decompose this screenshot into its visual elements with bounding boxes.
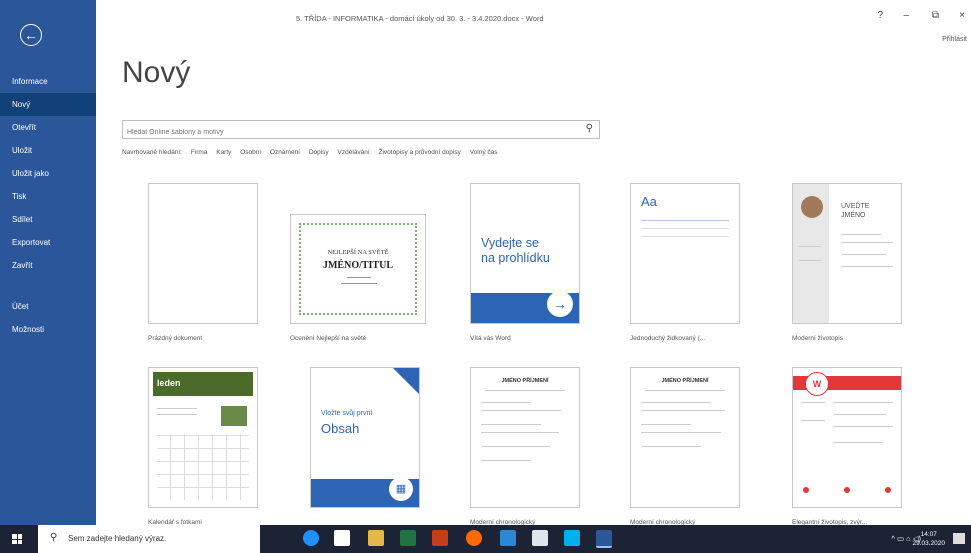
template-photo-calendar[interactable]: leden Kalendář s fotkami (148, 367, 263, 526)
template-thumbnail: Aa (630, 183, 740, 324)
nav-item-share[interactable]: Sdílet (0, 208, 96, 231)
template-aa-label: Aa (641, 194, 657, 209)
calendar-month: leden (153, 372, 253, 396)
nav-item-new[interactable]: Nový (0, 93, 96, 116)
suggested-letters[interactable]: Dopisy (309, 149, 329, 156)
nav-item-print[interactable]: Tisk (0, 185, 96, 208)
taskbar-search-box[interactable]: ⚲ Sem zadejte hledaný výraz. (38, 525, 260, 553)
template-caption: Vítá vás Word (470, 335, 511, 342)
windows-taskbar: ⚲ Sem zadejte hledaný výraz. ^ ▭ ⌂ ◁) 14… (0, 525, 971, 553)
search-icon: ⚲ (50, 532, 58, 543)
resume-heading: JMÉNO PŘÍJMENÍ (501, 378, 549, 384)
template-search-input[interactable] (123, 124, 567, 141)
template-caption: Ocenění Nejlepší na světě (290, 335, 367, 342)
suggested-leisure[interactable]: Volný čas (470, 149, 498, 156)
resume-heading: JMÉNO PŘÍJMENÍ (661, 378, 709, 384)
edge-icon[interactable] (303, 530, 319, 546)
template-elegant-resume[interactable]: W Elegantní životopis, zvýr... (792, 367, 907, 526)
powerpoint-icon[interactable] (432, 530, 448, 546)
suggested-education[interactable]: Vzdělávání (338, 149, 370, 156)
nav-item-save-as[interactable]: Uložit jako (0, 162, 96, 185)
nav-item-export[interactable]: Exportovat (0, 231, 96, 254)
template-welcome-to-word[interactable]: Vydejte se na prohlídku → Vítá vás Word (470, 183, 585, 342)
template-caption: Prázdný dokument (148, 335, 203, 342)
award-subtitle: NEJLEPŠÍ NA SVĚTĚ (327, 249, 389, 256)
suggested-announcements[interactable]: Oznámení (270, 149, 300, 156)
firefox-icon[interactable] (466, 530, 482, 546)
insert-icon: ▦ (389, 477, 413, 501)
monogram: W (805, 372, 829, 396)
close-button[interactable]: × (959, 10, 965, 21)
template-thumbnail: JMÉNO PŘÍJMENÍ (630, 367, 740, 508)
taskbar-search-placeholder: Sem zadejte hledaný výraz. (68, 534, 167, 543)
excel-icon[interactable] (400, 530, 416, 546)
template-thumbnail (148, 183, 258, 324)
photos-icon[interactable] (532, 530, 548, 546)
nav-item-info[interactable]: Informace (0, 70, 96, 93)
file-explorer-icon[interactable] (334, 530, 350, 546)
word-icon[interactable] (596, 530, 612, 548)
resume-name-line-2: JMÉNO (841, 212, 866, 219)
template-blank-document[interactable]: Prázdný dokument (148, 183, 263, 342)
restore-button[interactable]: ⧉ (932, 10, 939, 21)
template-thumbnail: Vložte svůj první Obsah ▦ (310, 367, 420, 508)
nav-item-options[interactable]: Možnosti (0, 318, 96, 341)
template-thumbnail: leden (148, 367, 258, 508)
document-title: 5. TŘÍDA - INFORMATIKA - domácí úkoly od… (296, 14, 544, 23)
template-thumbnail: Vydejte se na prohlídku → (470, 183, 580, 324)
template-modern-chronological-1[interactable]: JMÉNO PŘÍJMENÍ Moderní chronologický (470, 367, 585, 526)
title-bar: 5. TŘÍDA - INFORMATIKA - domácí úkoly od… (96, 0, 971, 44)
windows-start-icon[interactable] (12, 534, 22, 544)
template-modern-resume[interactable]: UVEĎTE JMÉNO Moderní životopis (792, 183, 907, 342)
content-line-2: Obsah (321, 421, 360, 436)
welcome-line-2: na prohlídku (481, 251, 550, 265)
content-line-1: Vložte svůj první (321, 410, 373, 417)
template-thumbnail: W (792, 367, 902, 508)
nav-item-open[interactable]: Otevřít (0, 116, 96, 139)
nav-item-close[interactable]: Zavřít (0, 254, 96, 277)
suggested-label: Navrhované hledání: (122, 149, 182, 156)
template-modern-chronological-2[interactable]: JMÉNO PŘÍJMENÍ Moderní chronologický (630, 367, 745, 526)
award-title: JMÉNO/TITUL (322, 260, 393, 271)
arrow-right-icon: → (547, 291, 573, 317)
template-simple-lined[interactable]: Aa Jednoduchý židkovaný (... (630, 183, 745, 342)
suggested-business[interactable]: Firma (191, 149, 208, 156)
template-thumbnail: JMÉNO PŘÍJMENÍ (470, 367, 580, 508)
notification-icon[interactable] (953, 533, 965, 544)
clock-time: 14:07 (920, 531, 937, 538)
taskbar-clock[interactable]: 14:07 29.03.2020 (912, 530, 945, 548)
suggested-searches: Navrhované hledání: Firma Karty Osobní O… (122, 149, 505, 156)
template-thumbnail: NEJLEPŠÍ NA SVĚTĚ JMÉNO/TITUL (290, 214, 426, 324)
folder-icon[interactable] (368, 530, 384, 546)
suggested-personal[interactable]: Osobní (240, 149, 261, 156)
template-thumbnail: UVEĎTE JMÉNO (792, 183, 902, 324)
photo-placeholder (801, 196, 823, 218)
skype-icon[interactable] (564, 530, 580, 546)
template-insert-first-content[interactable]: Vložte svůj první Obsah ▦ (310, 367, 425, 519)
backstage-sidebar: ← Informace Nový Otevřít Uložit Uložit j… (0, 0, 96, 525)
suggested-cards[interactable]: Karty (216, 149, 231, 156)
back-arrow-icon[interactable]: ← (20, 24, 42, 46)
template-search-box: ⚲ (122, 120, 600, 141)
resume-name-line-1: UVEĎTE (841, 203, 870, 210)
nav-item-account[interactable]: Účet (0, 295, 96, 318)
nav-item-save[interactable]: Uložit (0, 139, 96, 162)
internet-explorer-icon[interactable] (500, 530, 516, 546)
minimize-button[interactable]: – (903, 10, 909, 21)
template-caption: Jednoduchý židkovaný (... (630, 335, 706, 342)
clock-date: 29.03.2020 (912, 540, 945, 547)
suggested-resumes[interactable]: Životopisy a průvodní dopisy (378, 149, 460, 156)
help-icon[interactable]: ? (877, 10, 883, 21)
backstage-nav: Informace Nový Otevřít Uložit Uložit jak… (0, 70, 96, 341)
template-caption: Moderní životopis (792, 335, 843, 342)
welcome-line-1: Vydejte se (481, 236, 539, 250)
calendar-photo (221, 406, 247, 426)
search-icon[interactable]: ⚲ (586, 123, 593, 134)
template-award[interactable]: NEJLEPŠÍ NA SVĚTĚ JMÉNO/TITUL Ocenění Ne… (290, 183, 426, 342)
sign-in-link[interactable]: Přihlásit (942, 36, 967, 43)
page-title: Nový (122, 56, 191, 89)
